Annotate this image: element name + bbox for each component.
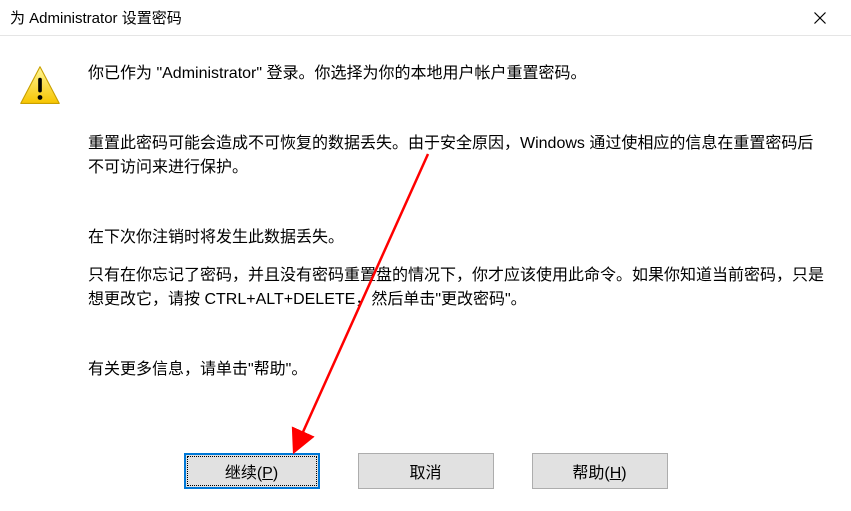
help-prefix: 帮助( [572,465,609,482]
help-suffix: ) [621,465,626,482]
continue-prefix: 继续( [225,465,262,482]
continue-mnemonic: P [262,465,273,482]
icon-column [18,62,88,382]
close-button[interactable] [797,3,843,33]
help-button[interactable]: 帮助(H) [532,453,668,489]
continue-suffix: ) [273,465,278,482]
message-line-5: 有关更多信息，请单击"帮助"。 [88,358,827,382]
dialog-content: 你已作为 "Administrator" 登录。你选择为你的本地用户帐户重置密码… [0,36,851,382]
message-line-4: 只有在你忘记了密码，并且没有密码重置盘的情况下，你才应该使用此命令。如果你知道当… [88,264,827,312]
titlebar: 为 Administrator 设置密码 [0,0,851,36]
warning-icon [18,64,62,108]
button-row: 继续(P) 取消 帮助(H) [0,453,851,489]
close-icon [814,12,826,24]
message-line-2: 重置此密码可能会造成不可恢复的数据丢失。由于安全原因，Windows 通过使相应… [88,132,827,180]
message-column: 你已作为 "Administrator" 登录。你选择为你的本地用户帐户重置密码… [88,62,833,382]
cancel-button[interactable]: 取消 [358,453,494,489]
continue-button[interactable]: 继续(P) [184,453,320,489]
window-title: 为 Administrator 设置密码 [10,7,797,28]
message-line-3: 在下次你注销时将发生此数据丢失。 [88,226,827,250]
help-mnemonic: H [610,465,622,482]
message-line-1: 你已作为 "Administrator" 登录。你选择为你的本地用户帐户重置密码… [88,62,827,86]
